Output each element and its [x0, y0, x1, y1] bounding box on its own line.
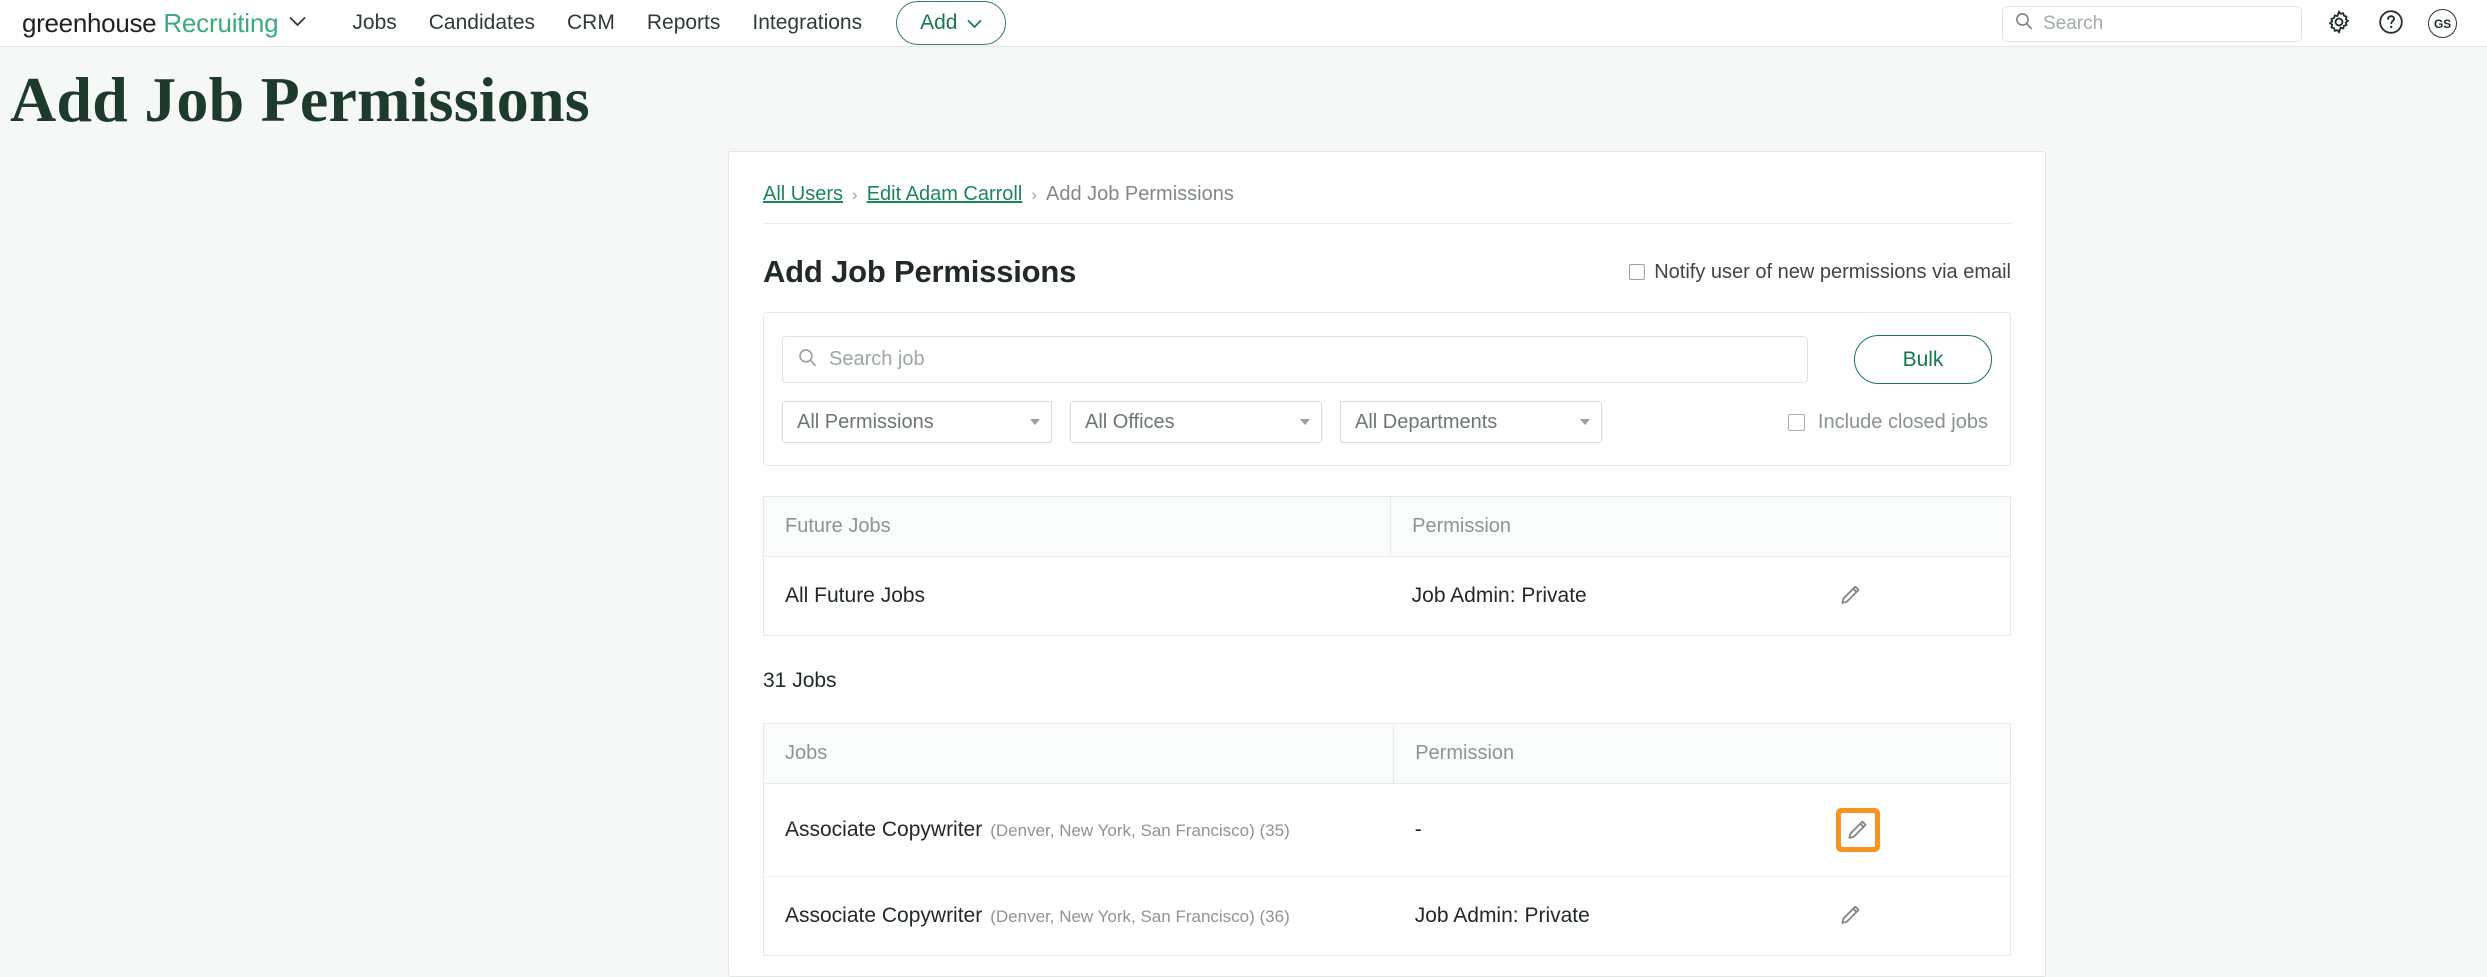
settings-gear-button[interactable]: [2324, 9, 2354, 39]
permission-column-header: Permission: [1394, 724, 1801, 784]
job-name: Associate Copywriter: [785, 904, 982, 927]
add-button-label: Add: [920, 11, 957, 35]
notify-user-checkbox-row[interactable]: Notify user of new permissions via email: [1629, 261, 2011, 284]
jobs-column-header: Jobs: [764, 724, 1394, 784]
job-meta: (Denver, New York, San Francisco) (36): [990, 907, 1290, 926]
global-search-input[interactable]: [2043, 13, 2289, 35]
offices-filter-select[interactable]: All Offices: [1070, 401, 1322, 443]
table-header-row: Jobs Permission: [764, 724, 2011, 784]
card-title: Add Job Permissions: [763, 254, 1076, 290]
breadcrumb: All Users › Edit Adam Carroll › Add Job …: [763, 152, 2011, 224]
jobs-count-label: 31 Jobs: [763, 669, 2011, 693]
nav-item-candidates[interactable]: Candidates: [429, 11, 535, 35]
edit-job-permission-button-highlighted[interactable]: [1836, 808, 1880, 852]
user-avatar[interactable]: GS: [2428, 9, 2457, 38]
filter-panel-top-row: Bulk: [782, 335, 1992, 384]
job-search-box[interactable]: [782, 336, 1808, 383]
future-job-permission: Job Admin: Private: [1391, 557, 1801, 636]
departments-filter-value: All Departments: [1355, 411, 1497, 434]
question-mark-circle-icon: [2378, 9, 2404, 38]
card-bottom-spacer: [763, 956, 2011, 976]
permission-column-header: Permission: [1391, 497, 1801, 557]
future-jobs-table-body: All Future Jobs Job Admin: Private: [764, 557, 2011, 636]
breadcrumb-edit-user[interactable]: Edit Adam Carroll: [867, 183, 1023, 206]
chevron-down-icon[interactable]: [289, 14, 306, 32]
nav-item-integrations[interactable]: Integrations: [752, 11, 862, 35]
breadcrumb-separator: ›: [852, 185, 858, 205]
departments-filter-select[interactable]: All Departments: [1340, 401, 1602, 443]
job-search-input[interactable]: [829, 348, 1792, 371]
job-name: Associate Copywriter: [785, 818, 982, 841]
job-cell: Associate Copywriter (Denver, New York, S…: [764, 877, 1394, 956]
future-jobs-table-head: Future Jobs Permission: [764, 497, 2011, 557]
top-nav-right-group: GS: [2002, 0, 2457, 47]
permissions-filter-select[interactable]: All Permissions: [782, 401, 1052, 443]
actions-column-header: [1801, 497, 2011, 557]
top-navigation-bar: greenhouse Recruiting Jobs Candidates CR…: [0, 0, 2487, 47]
global-search-box[interactable]: [2002, 6, 2302, 42]
job-actions-cell: [1801, 877, 2011, 956]
breadcrumb-all-users[interactable]: All Users: [763, 183, 843, 206]
page-title: Add Job Permissions: [0, 47, 2487, 134]
future-jobs-table: Future Jobs Permission All Future Jobs J…: [763, 496, 2011, 636]
search-icon: [798, 348, 817, 372]
nav-item-crm[interactable]: CRM: [567, 11, 615, 35]
table-header-row: Future Jobs Permission: [764, 497, 2011, 557]
add-job-permissions-card: All Users › Edit Adam Carroll › Add Job …: [728, 151, 2046, 977]
brand-product-name: Recruiting: [163, 8, 278, 39]
table-row: All Future Jobs Job Admin: Private: [764, 557, 2011, 636]
actions-column-header: [1801, 724, 2011, 784]
chevron-down-icon: [1300, 419, 1310, 425]
gear-icon: [2326, 9, 2352, 38]
pencil-icon: [1838, 582, 1864, 611]
brand-name: greenhouse: [22, 8, 156, 39]
include-closed-jobs-row[interactable]: Include closed jobs: [1788, 411, 1992, 434]
filter-panel-bottom-row: All Permissions All Offices All Departme…: [782, 401, 1992, 443]
future-job-actions-cell: [1801, 557, 2011, 636]
add-button[interactable]: Add: [896, 1, 1005, 45]
nav-item-jobs[interactable]: Jobs: [352, 11, 396, 35]
notify-user-checkbox[interactable]: [1629, 264, 1645, 280]
jobs-table-head: Jobs Permission: [764, 724, 2011, 784]
include-closed-jobs-label: Include closed jobs: [1818, 411, 1988, 434]
filter-panel: Bulk All Permissions All Offices All Dep…: [763, 312, 2011, 466]
notify-user-checkbox-label: Notify user of new permissions via email: [1654, 261, 2011, 284]
include-closed-jobs-checkbox[interactable]: [1788, 414, 1805, 431]
help-button[interactable]: [2376, 9, 2406, 39]
brand-logo[interactable]: greenhouse Recruiting: [22, 8, 306, 39]
future-jobs-column-header: Future Jobs: [764, 497, 1391, 557]
offices-filter-value: All Offices: [1085, 411, 1175, 434]
future-job-name: All Future Jobs: [764, 557, 1391, 636]
permissions-filter-value: All Permissions: [797, 411, 934, 434]
nav-item-reports[interactable]: Reports: [647, 11, 721, 35]
table-row: Associate Copywriter (Denver, New York, S…: [764, 877, 2011, 956]
edit-future-job-permission-button[interactable]: [1836, 581, 1866, 611]
chevron-down-icon: [967, 11, 982, 35]
pencil-icon: [1841, 813, 1875, 847]
search-icon: [2015, 12, 2033, 35]
pencil-icon: [1838, 902, 1864, 931]
jobs-table: Jobs Permission Associate Copywriter (Den…: [763, 723, 2011, 956]
chevron-down-icon: [1580, 419, 1590, 425]
main-nav-links: Jobs Candidates CRM Reports Integrations: [352, 11, 862, 35]
chevron-down-icon: [1030, 419, 1040, 425]
job-permission: Job Admin: Private: [1394, 877, 1801, 956]
job-meta: (Denver, New York, San Francisco) (35): [990, 821, 1290, 840]
breadcrumb-current: Add Job Permissions: [1046, 183, 1234, 206]
jobs-table-body: Associate Copywriter (Denver, New York, S…: [764, 784, 2011, 956]
breadcrumb-separator: ›: [1031, 185, 1037, 205]
edit-job-permission-button[interactable]: [1836, 901, 1866, 931]
bulk-button[interactable]: Bulk: [1854, 335, 1992, 384]
card-header-row: Add Job Permissions Notify user of new p…: [763, 224, 2011, 312]
